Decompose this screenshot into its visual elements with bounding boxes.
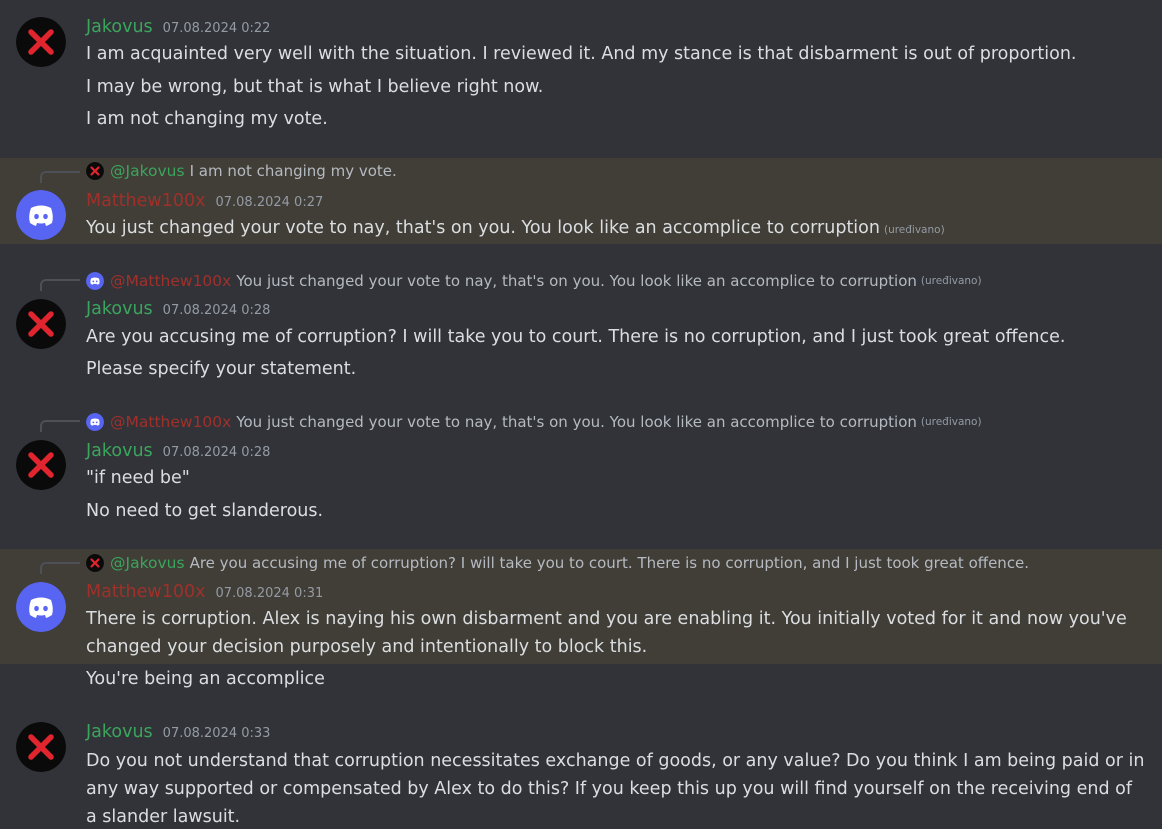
reply-text: Are you accusing me of corruption? I wil…	[189, 554, 1030, 572]
red-x-avatar-icon	[16, 17, 66, 67]
reply-preview[interactable]: @Matthew100x You just changed your vote …	[86, 412, 982, 432]
discord-logo-avatar-icon	[86, 413, 104, 431]
message: Jakovus 07.08.2024 0:33 Do you not under…	[0, 705, 1162, 829]
reply-connector	[40, 420, 80, 432]
message-text: Please specify your statement.	[86, 359, 357, 379]
message-header: Matthew100x 07.08.2024 0:31	[86, 582, 323, 604]
timestamp: 07.08.2024 0:27	[215, 195, 324, 210]
reply-preview[interactable]: @Matthew100x You just changed your vote …	[86, 271, 982, 291]
message-text: I may be wrong, but that is what I belie…	[86, 77, 544, 97]
reply-connector	[40, 171, 80, 183]
reply-connector	[40, 279, 80, 291]
reply-connector	[40, 562, 80, 574]
avatar[interactable]	[16, 190, 66, 240]
username[interactable]: Jakovus	[86, 441, 153, 461]
message-text-content: You just changed your vote to nay, that'…	[86, 218, 880, 238]
message-text: You're being an accomplice	[86, 669, 325, 689]
message-highlighted: @Jakovus Are you accusing me of corrupti…	[0, 549, 1162, 664]
avatar[interactable]	[16, 582, 66, 632]
timestamp: 07.08.2024 0:33	[162, 726, 271, 741]
message-text: Do you not understand that corruption ne…	[86, 751, 1145, 827]
message-text: "if need be"	[86, 468, 190, 488]
message-text: I am not changing my vote.	[86, 109, 328, 129]
username[interactable]: Jakovus	[86, 17, 153, 37]
red-x-avatar-icon	[86, 554, 104, 572]
avatar[interactable]	[16, 299, 66, 349]
message-text: I am acquainted very well with the situa…	[86, 44, 1077, 64]
message-header: Jakovus 07.08.2024 0:33	[86, 722, 270, 744]
message: @Matthew100x You just changed your vote …	[0, 266, 1162, 386]
timestamp: 07.08.2024 0:22	[162, 21, 271, 36]
username[interactable]: Matthew100x	[86, 582, 205, 602]
reply-author-mention[interactable]: @Matthew100x	[110, 272, 231, 290]
message: Jakovus 07.08.2024 0:22 I am acquainted …	[0, 0, 1162, 150]
red-x-avatar-icon	[16, 722, 66, 772]
discord-logo-avatar-icon	[16, 190, 66, 240]
chat-message-list: Jakovus 07.08.2024 0:22 I am acquainted …	[0, 0, 1162, 829]
message-text: No need to get slanderous.	[86, 501, 324, 521]
message-text: Are you accusing me of corruption? I wil…	[86, 327, 1066, 347]
message-text: There is corruption. Alex is naying his …	[86, 609, 1127, 657]
timestamp: 07.08.2024 0:28	[162, 303, 271, 318]
edited-label: (uređivano)	[920, 275, 982, 287]
red-x-avatar-icon	[16, 299, 66, 349]
discord-logo-avatar-icon	[16, 582, 66, 632]
reply-text: You just changed your vote to nay, that'…	[236, 272, 917, 290]
avatar[interactable]	[16, 440, 66, 490]
username[interactable]: Jakovus	[86, 722, 153, 742]
message-header: Jakovus 07.08.2024 0:28	[86, 299, 270, 321]
reply-author-mention[interactable]: @Matthew100x	[110, 413, 231, 431]
message-header: Matthew100x 07.08.2024 0:27	[86, 191, 323, 213]
username[interactable]: Jakovus	[86, 299, 153, 319]
red-x-avatar-icon	[86, 162, 104, 180]
red-x-avatar-icon	[16, 440, 66, 490]
reply-preview[interactable]: @Jakovus Are you accusing me of corrupti…	[86, 553, 1029, 573]
username[interactable]: Matthew100x	[86, 191, 205, 211]
reply-preview[interactable]: @Jakovus I am not changing my vote.	[86, 161, 397, 181]
avatar[interactable]	[16, 17, 66, 67]
avatar[interactable]	[16, 722, 66, 772]
timestamp: 07.08.2024 0:28	[162, 445, 271, 460]
discord-logo-avatar-icon	[86, 272, 104, 290]
timestamp: 07.08.2024 0:31	[215, 586, 324, 601]
message: @Matthew100x You just changed your vote …	[0, 407, 1162, 532]
reply-author-mention[interactable]: @Jakovus	[110, 162, 185, 180]
message-header: Jakovus 07.08.2024 0:22	[86, 17, 270, 39]
message-highlighted: @Jakovus I am not changing my vote. Matt…	[0, 158, 1162, 244]
reply-text: I am not changing my vote.	[189, 162, 397, 180]
edited-label: (uređivano)	[883, 224, 945, 236]
message-text: You just changed your vote to nay, that'…	[86, 214, 1146, 244]
reply-author-mention[interactable]: @Jakovus	[110, 554, 185, 572]
message-header: Jakovus 07.08.2024 0:28	[86, 441, 270, 463]
reply-text: You just changed your vote to nay, that'…	[236, 413, 917, 431]
edited-label: (uređivano)	[920, 416, 982, 428]
